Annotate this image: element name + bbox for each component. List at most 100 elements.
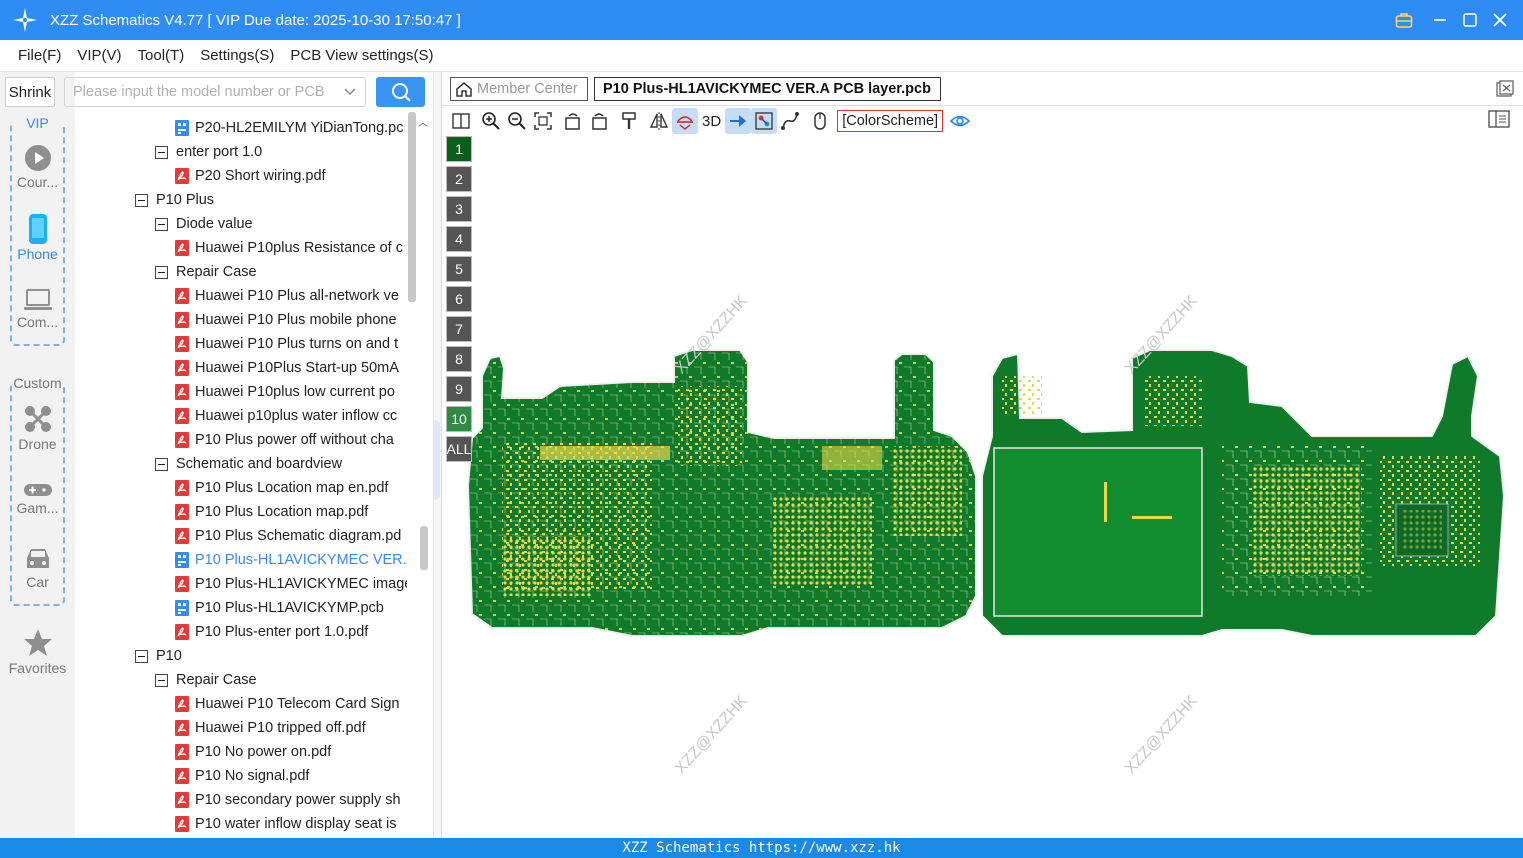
tree-folder[interactable]: enter port 1.0 bbox=[155, 140, 262, 164]
tree-folder[interactable]: Schematic and boardview bbox=[155, 452, 342, 476]
tab-member-center[interactable]: Member Center bbox=[450, 77, 588, 101]
nav-computer-label: Com... bbox=[16, 314, 59, 330]
layer-button[interactable]: 6 bbox=[446, 286, 472, 312]
nav-game[interactable]: Gam... bbox=[0, 482, 75, 516]
tree-file[interactable]: Huawei P10 tripped off.pdf bbox=[175, 716, 366, 740]
eye-icon[interactable] bbox=[947, 108, 973, 134]
menu-tool[interactable]: Tool(T) bbox=[130, 47, 193, 64]
color-scheme-button[interactable]: [ColorScheme] bbox=[837, 110, 944, 132]
layer-button[interactable]: 10 bbox=[446, 406, 472, 432]
briefcase-icon[interactable] bbox=[1389, 0, 1419, 40]
tree-file[interactable]: P10 Plus Location map.pdf bbox=[175, 500, 368, 524]
tree-scrollbar-thumb[interactable] bbox=[420, 526, 428, 570]
paint-brush-icon[interactable] bbox=[616, 108, 642, 134]
tree-file[interactable]: P20-HL2EMILYM YiDianTong.pc bbox=[175, 116, 403, 140]
pin-arrow-icon[interactable] bbox=[725, 108, 752, 134]
menu-vip[interactable]: VIP(V) bbox=[69, 47, 129, 64]
tree-folder[interactable]: P10 bbox=[135, 644, 182, 668]
tree-scrollbar[interactable] bbox=[408, 112, 416, 302]
flip-board-icon[interactable] bbox=[672, 108, 698, 134]
tree-file[interactable]: P10 water inflow display seat is bbox=[175, 812, 397, 836]
tree-file[interactable]: P10 No power on.pdf bbox=[175, 740, 331, 764]
minimize-icon[interactable] bbox=[1425, 0, 1455, 40]
layer-button[interactable]: 7 bbox=[446, 316, 472, 342]
mirror-icon[interactable] bbox=[646, 108, 672, 134]
tree-file[interactable]: P10 Plus-HL1AVICKYMP.pcb bbox=[175, 596, 384, 620]
tree-file[interactable]: Huawei P10plus low current po bbox=[175, 380, 395, 404]
search-button[interactable] bbox=[376, 77, 425, 107]
tree-file[interactable]: P10 Plus Location map en.pdf bbox=[175, 476, 388, 500]
nav-car[interactable]: Car bbox=[0, 546, 75, 590]
tree-file[interactable]: Huawei P10 Plus turns on and t bbox=[175, 332, 398, 356]
net-highlight-icon[interactable] bbox=[751, 108, 778, 134]
tree-file[interactable]: P10 Plus-enter port 1.0.pdf bbox=[175, 620, 368, 644]
zoom-in-icon[interactable] bbox=[478, 108, 504, 134]
close-icon[interactable] bbox=[1485, 0, 1515, 40]
chevron-down-icon[interactable] bbox=[343, 84, 357, 98]
layer-button[interactable]: 3 bbox=[446, 196, 472, 222]
tree-file[interactable]: P10 No signal.pdf bbox=[175, 764, 309, 788]
layer-button[interactable]: ALL bbox=[446, 436, 472, 462]
layer-button[interactable]: 8 bbox=[446, 346, 472, 372]
menu-settings[interactable]: Settings(S) bbox=[192, 47, 282, 64]
tree-file[interactable]: P10 Plus power off without cha bbox=[175, 428, 394, 452]
tree-file[interactable]: P10 Plus Schematic diagram.pd bbox=[175, 524, 401, 548]
shrink-button[interactable]: Shrink bbox=[5, 77, 55, 107]
nav-drone[interactable]: Drone bbox=[0, 404, 75, 452]
tree-item-label: Schematic and boardview bbox=[176, 456, 343, 472]
layer-button[interactable]: 2 bbox=[446, 166, 472, 192]
nav-phone[interactable]: Phone bbox=[0, 214, 75, 262]
tree-file[interactable]: Huawei p10plus water inflow cc bbox=[175, 404, 397, 428]
tree-file[interactable]: Huawei P10 Plus mobile phone bbox=[175, 308, 397, 332]
tree-file[interactable]: P10 secondary power supply sh bbox=[175, 788, 401, 812]
collapse-toggle-icon[interactable] bbox=[155, 673, 168, 687]
tree-file[interactable]: P10 Plus-HL1AVICKYMEC VER.A bbox=[175, 548, 407, 572]
pcb-file-icon bbox=[175, 552, 189, 568]
tree-folder[interactable]: Repair Case bbox=[155, 668, 257, 692]
app-window: XZZ Schematics V4.77 [ VIP Due date: 202… bbox=[0, 0, 1523, 858]
layer-button[interactable]: 5 bbox=[446, 256, 472, 282]
left-board-connector bbox=[540, 446, 670, 460]
mouse-icon[interactable] bbox=[807, 108, 833, 134]
model-search-input[interactable]: Please input the model number or PCB bbox=[64, 77, 366, 107]
rotate-right-icon[interactable] bbox=[586, 108, 612, 134]
tree-file[interactable]: Huawei P10plus Resistance of c bbox=[175, 236, 403, 260]
tree-file[interactable]: Huawei P10Plus Start-up 50mA bbox=[175, 356, 399, 380]
tree-file[interactable]: Huawei P10 Plus all-network ve bbox=[175, 284, 399, 308]
pcb-board-drawing[interactable] bbox=[442, 136, 1523, 838]
tree-folder[interactable]: P10 Plus bbox=[135, 188, 214, 212]
layer-button[interactable]: 9 bbox=[446, 376, 472, 402]
menu-pcb-view-settings[interactable]: PCB View settings(S) bbox=[282, 47, 441, 64]
menu-file[interactable]: File(F) bbox=[10, 47, 69, 64]
3d-view-toggle[interactable]: 3D bbox=[698, 113, 725, 130]
nav-favorites[interactable]: Favorites bbox=[0, 628, 75, 676]
rotate-left-icon[interactable] bbox=[560, 108, 586, 134]
zoom-out-icon[interactable] bbox=[504, 108, 530, 134]
tree-folder[interactable]: Diode value bbox=[155, 212, 253, 236]
close-all-tabs-icon[interactable] bbox=[1496, 80, 1514, 101]
fit-screen-icon[interactable] bbox=[530, 108, 556, 134]
nav-computer[interactable]: Com... bbox=[0, 288, 75, 330]
layer-button[interactable]: 1 bbox=[446, 136, 472, 162]
nav-course[interactable]: Cour... bbox=[0, 144, 75, 190]
tab-pcb-file[interactable]: P10 Plus-HL1AVICKYMEC VER.A PCB layer.pc… bbox=[594, 77, 941, 101]
collapse-toggle-icon[interactable] bbox=[135, 193, 148, 207]
tree-folder[interactable]: Repair Case bbox=[155, 260, 257, 284]
maximize-icon[interactable] bbox=[1455, 0, 1485, 40]
pcb-canvas[interactable]: XZZ@XZZHK XZZ@XZZHK XZZ@XZZHK XZZ@XZZHK bbox=[442, 136, 1523, 838]
side-panel-toggle-icon[interactable] bbox=[1488, 109, 1510, 132]
collapse-toggle-icon[interactable] bbox=[155, 265, 168, 279]
collapse-panel-handle[interactable] bbox=[433, 420, 440, 500]
tree-scroll-up-icon[interactable]: ︿ bbox=[418, 114, 428, 129]
pdf-file-icon bbox=[175, 768, 189, 784]
tree-file[interactable]: Huawei P10 Telecom Card Sign bbox=[175, 692, 399, 716]
tree-file[interactable]: P20 Short wiring.pdf bbox=[175, 164, 326, 188]
tree-file[interactable]: P10 Plus-HL1AVICKYMEC image bbox=[175, 572, 407, 596]
layer-button[interactable]: 4 bbox=[446, 226, 472, 252]
collapse-toggle-icon[interactable] bbox=[155, 217, 168, 231]
split-view-icon[interactable] bbox=[448, 108, 474, 134]
collapse-toggle-icon[interactable] bbox=[155, 457, 168, 471]
collapse-toggle-icon[interactable] bbox=[155, 145, 168, 159]
trace-route-icon[interactable] bbox=[777, 108, 803, 134]
collapse-toggle-icon[interactable] bbox=[135, 649, 148, 663]
